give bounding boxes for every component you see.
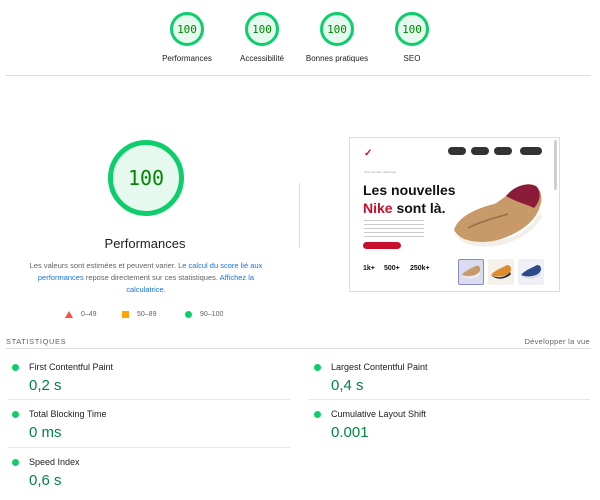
- pass-circle-icon: [12, 459, 19, 466]
- statistics-header: STATISTIQUES: [6, 337, 67, 346]
- nav-pill: [520, 147, 542, 155]
- description-text: Les valeurs sont estimées et peuvent var…: [29, 261, 189, 270]
- hero-paragraph: [364, 220, 424, 238]
- divider: [5, 75, 591, 76]
- nav-pill: [471, 147, 489, 155]
- score-legend: 0–49 50–89 90–100: [0, 311, 300, 325]
- nike-swoosh-icon: ✓: [364, 148, 373, 159]
- headline-brand: Nike: [363, 200, 393, 216]
- gauge-score: 100: [320, 12, 354, 46]
- product-thumbnail: [458, 259, 484, 285]
- divider: [308, 399, 590, 400]
- headline-line1: Les nouvelles: [363, 182, 456, 198]
- metric-name: First Contentful Paint: [29, 362, 114, 372]
- product-thumbnail: [518, 259, 544, 285]
- hero-cta-button: [363, 242, 401, 249]
- headline-rest: sont là.: [392, 200, 446, 216]
- divider: [8, 399, 290, 400]
- tagline: Une nouvelle chaussure: [364, 170, 397, 174]
- metric-value: 0 ms: [29, 424, 62, 441]
- headline-line2: Nike sont là.: [363, 199, 456, 217]
- gauge-score: 100: [395, 12, 429, 46]
- legend-range: 0–49: [81, 311, 97, 318]
- scrollbar: [554, 140, 557, 190]
- gauge-label: SEO: [403, 54, 421, 63]
- divider: [8, 447, 290, 448]
- metric-name: Cumulative Layout Shift: [331, 409, 427, 419]
- nav-pill: [494, 147, 512, 155]
- metric-value: 0,2 s: [29, 377, 62, 394]
- hero-stat: 250k+: [410, 265, 430, 272]
- gauge-score: 100: [170, 12, 204, 46]
- metric-value: 0.001: [331, 424, 369, 441]
- nav-pill: [448, 147, 466, 155]
- hero-stat: 1k+: [363, 265, 375, 272]
- circle-icon: [185, 311, 192, 318]
- metric-value: 0,6 s: [29, 472, 62, 489]
- performance-score-gauge: 100: [108, 140, 184, 216]
- pass-circle-icon: [314, 364, 321, 371]
- shoe-image: [454, 184, 542, 247]
- square-icon: [122, 311, 129, 318]
- divider: [5, 348, 591, 349]
- shoe-icon: [461, 265, 481, 279]
- metric-value: 0,4 s: [331, 377, 364, 394]
- legend-pass: 90–100: [185, 311, 223, 318]
- legend-range: 90–100: [200, 311, 224, 318]
- triangle-icon: [65, 311, 73, 318]
- product-thumbnail: [488, 259, 514, 285]
- expand-view-link[interactable]: Développer la vue: [524, 337, 590, 346]
- description-text: .: [163, 285, 166, 294]
- score-description: Les valeurs sont estimées et peuvent var…: [20, 260, 272, 296]
- metric-name: Largest Contentful Paint: [331, 362, 428, 372]
- hero-stat: 500+: [384, 265, 400, 272]
- metric-name: Total Blocking Time: [29, 409, 107, 419]
- vertical-divider: [299, 183, 300, 248]
- gauge-seo[interactable]: 100 SEO: [367, 12, 457, 63]
- hero-headline: Les nouvelles Nike sont là.: [363, 181, 456, 217]
- shoe-icon: [491, 265, 511, 279]
- page-screenshot-thumbnail[interactable]: ✓ Une nouvelle chaussure Les nouvelles N…: [349, 137, 560, 292]
- gauge-score: 100: [245, 12, 279, 46]
- description-text: repose directement sur ces statistiques.: [83, 273, 220, 282]
- pass-circle-icon: [12, 411, 19, 418]
- category-gauges: 100 Performances 100 Accessibilité 100 B…: [0, 0, 600, 76]
- legend-fail: 0–49: [65, 311, 97, 318]
- legend-average: 50–89: [122, 311, 156, 318]
- metric-name: Speed Index: [29, 457, 80, 467]
- legend-range: 50–89: [137, 311, 157, 318]
- shoe-icon: [521, 265, 541, 279]
- pass-circle-icon: [314, 411, 321, 418]
- performance-title: Performances: [104, 236, 186, 251]
- pass-circle-icon: [12, 364, 19, 371]
